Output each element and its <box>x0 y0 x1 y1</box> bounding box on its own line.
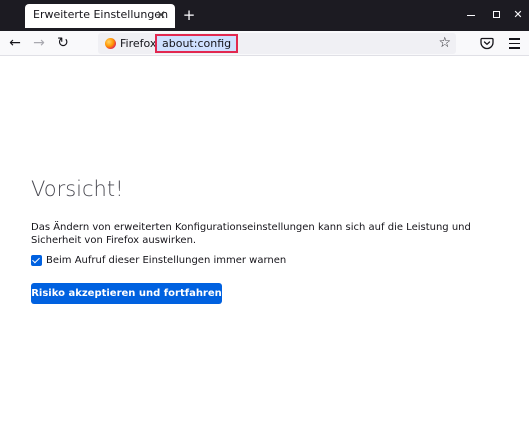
hamburger-menu-icon[interactable] <box>506 35 522 51</box>
navigation-toolbar: ← → ↻ Firefox about:config ☆ <box>0 31 529 56</box>
tab-advanced-settings[interactable]: Erweiterte Einstellungen ✕ <box>25 4 175 28</box>
identity-box[interactable]: Firefox <box>101 35 160 52</box>
reload-icon[interactable]: ↻ <box>53 33 73 53</box>
star-icon[interactable]: ☆ <box>438 34 451 53</box>
pocket-icon[interactable] <box>479 35 495 51</box>
close-window-button[interactable]: ✕ <box>511 8 525 22</box>
tab-bar: Erweiterte Einstellungen ✕ + ✕ <box>0 0 529 31</box>
address-bar[interactable]: Firefox about:config ☆ <box>98 33 456 54</box>
accept-risk-button[interactable]: Risiko akzeptieren und fortfahren <box>31 283 222 304</box>
maximize-icon <box>492 11 500 18</box>
tab-close-icon[interactable]: ✕ <box>153 6 169 24</box>
back-arrow-icon[interactable]: ← <box>5 33 25 53</box>
always-warn-checkbox[interactable] <box>31 255 42 266</box>
firefox-logo-icon <box>105 38 116 49</box>
always-warn-label[interactable]: Beim Aufruf dieser Einstellungen immer w… <box>46 255 286 266</box>
new-tab-button[interactable]: + <box>180 5 198 25</box>
tab-title: Erweiterte Einstellungen <box>33 8 169 21</box>
url-input[interactable]: about:config <box>155 34 239 53</box>
minimize-button[interactable] <box>464 8 478 22</box>
minimize-icon <box>467 15 475 16</box>
warning-text: Das Ändern von erweiterten Konfiguration… <box>31 222 471 246</box>
always-warn-option[interactable]: Beim Aufruf dieser Einstellungen immer w… <box>31 255 286 266</box>
maximize-button[interactable] <box>489 8 503 22</box>
identity-label: Firefox <box>120 37 157 50</box>
forward-arrow-icon[interactable]: → <box>29 33 49 53</box>
page-title: Vorsicht! <box>31 177 124 201</box>
